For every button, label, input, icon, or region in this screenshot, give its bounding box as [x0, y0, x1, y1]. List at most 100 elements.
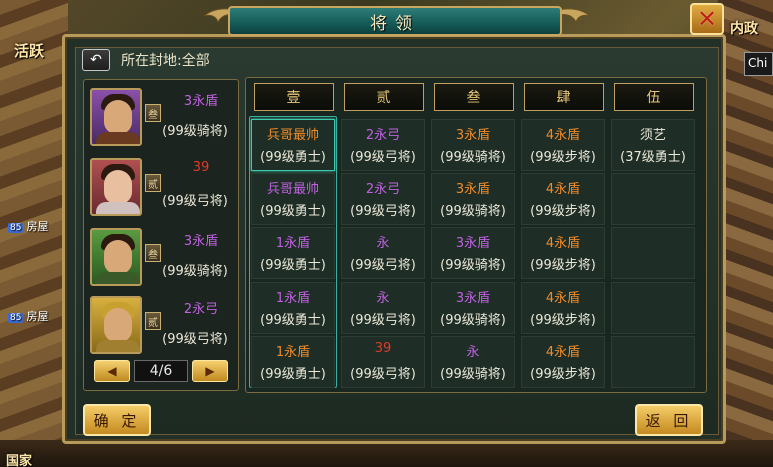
grid-cell[interactable]: 1永盾 (99级勇士) — [251, 227, 335, 279]
next-page-button[interactable]: ▶ — [192, 360, 228, 382]
cell-level: (99级勇士) — [260, 258, 326, 273]
general-row[interactable]: 叁 3永盾 (99级骑将) — [88, 86, 236, 154]
cell-troop: 4永盾 — [545, 291, 581, 306]
close-icon: ✕ — [696, 5, 718, 33]
cell-level: (99级勇士) — [260, 313, 326, 328]
cell-troop: 4永盾 — [545, 345, 581, 360]
column-header: 贰 — [344, 83, 424, 111]
curved-arrow-icon: ↶ — [90, 52, 102, 68]
grid-cell[interactable] — [611, 173, 695, 225]
cell-troop: 兵哥最帅 — [266, 182, 319, 197]
back-return-button[interactable]: 返 回 — [635, 404, 703, 436]
grid-cell[interactable]: 4永盾 (99级步将) — [521, 282, 605, 334]
cell-level: (99级步将) — [530, 367, 596, 382]
bottom-menu-bar — [0, 440, 773, 467]
cell-troop: 4永盾 — [545, 236, 581, 251]
cell-troop: 永 — [466, 345, 480, 360]
pager: ◀ 4/6 ▶ — [94, 358, 228, 384]
cell-level: (99级步将) — [530, 204, 596, 219]
cell-troop: 3永盾 — [455, 128, 491, 143]
close-button[interactable]: ✕ — [690, 3, 724, 35]
house-label-2[interactable]: 85 房屋 — [8, 308, 48, 324]
grid-cell[interactable]: 4永盾 (99级步将) — [521, 227, 605, 279]
cell-troop: 永 — [376, 236, 390, 251]
grid-cell[interactable]: 兵哥最帅 (99级勇士) — [251, 173, 335, 225]
neizheng-button[interactable]: 内政 — [730, 18, 758, 38]
grid-cell[interactable]: 永 (99级弓将) — [341, 227, 425, 279]
grid-cell[interactable]: 3永盾 (99级骑将) — [431, 119, 515, 171]
grid-cell[interactable]: 4永盾 (99级步将) — [521, 173, 605, 225]
cell-troop: 3永盾 — [455, 291, 491, 306]
title-banner: 将领 — [228, 6, 562, 36]
general-troop: 3永盾 — [183, 234, 219, 249]
cell-level: (99级勇士) — [260, 204, 326, 219]
general-row[interactable]: 贰 39 (99级弓将) — [88, 156, 236, 224]
cell-level: (99级弓将) — [350, 258, 416, 273]
grid-cell[interactable]: 1永盾 (99级勇士) — [251, 336, 335, 388]
prev-page-button[interactable]: ◀ — [94, 360, 130, 382]
grid-cell[interactable]: 须艺 (37级勇士) — [611, 119, 695, 171]
general-portrait-icon — [90, 88, 142, 146]
nation-button[interactable]: 国家 — [6, 450, 32, 467]
grid-cell[interactable]: 1永盾 (99级勇士) — [251, 282, 335, 334]
fief-filter-label[interactable]: 所在封地:全部 — [121, 50, 210, 70]
cell-level: (99级步将) — [530, 313, 596, 328]
grid-cell[interactable]: 2永弓 (99级弓将) — [341, 173, 425, 225]
grid-cell[interactable]: 4永盾 (99级步将) — [521, 336, 605, 388]
cell-level: (99级步将) — [530, 150, 596, 165]
cell-troop: 1永盾 — [275, 236, 311, 251]
cell-level: (99级骑将) — [440, 258, 506, 273]
back-button[interactable]: ↶ — [82, 49, 110, 71]
cell-troop: 2永弓 — [365, 182, 401, 197]
cell-level: (99级骑将) — [440, 150, 506, 165]
house-label-1[interactable]: 85 房屋 — [8, 218, 48, 234]
window-title: 将领 — [370, 13, 420, 34]
general-level: (99级弓将) — [162, 332, 228, 347]
cell-level: (99级弓将) — [350, 367, 416, 382]
grid-cell[interactable] — [611, 227, 695, 279]
cell-troop: 1永盾 — [275, 291, 311, 306]
confirm-button[interactable]: 确 定 — [83, 404, 151, 436]
general-level: (99级骑将) — [162, 124, 228, 139]
cell-level: (99级勇士) — [260, 367, 326, 382]
cell-troop: 3永盾 — [455, 182, 491, 197]
cell-troop: 永 — [376, 291, 390, 306]
column-header: 肆 — [524, 83, 604, 111]
column-header: 壹 — [254, 83, 334, 111]
general-portrait-icon — [90, 158, 142, 216]
general-troop: 2永弓 — [183, 302, 219, 317]
grid-cell[interactable]: 2永弓 (99级弓将) — [341, 119, 425, 171]
right-arrow-icon: ▶ — [205, 364, 215, 378]
grid-cell[interactable]: 39 (99级弓将) — [341, 336, 425, 388]
cell-troop: 4永盾 — [545, 182, 581, 197]
grid-cell[interactable]: 4永盾 (99级步将) — [521, 119, 605, 171]
grid-cell[interactable]: 永 (99级弓将) — [341, 282, 425, 334]
grid-cell[interactable]: 兵哥最帅 (99级勇士) — [251, 119, 335, 171]
cell-troop: 39 — [374, 341, 392, 356]
cell-troop: 2永弓 — [365, 128, 401, 143]
column-header: 伍 — [614, 83, 694, 111]
left-arrow-icon: ◀ — [107, 364, 117, 378]
general-row[interactable]: 叁 3永盾 (99级骑将) — [88, 226, 236, 294]
huoyue-button[interactable]: 活跃 — [14, 40, 44, 61]
cell-troop: 4永盾 — [545, 128, 581, 143]
cell-troop: 须艺 — [639, 128, 666, 143]
level-badge-icon: 85 — [8, 313, 24, 323]
grid-cell[interactable]: 3永盾 (99级骑将) — [431, 282, 515, 334]
grid-cell[interactable] — [611, 336, 695, 388]
general-portrait-icon — [90, 296, 142, 354]
grid-cell[interactable]: 永 (99级骑将) — [431, 336, 515, 388]
cell-level: (99级骑将) — [440, 367, 506, 382]
general-troop: 39 — [192, 160, 210, 175]
cell-troop: 兵哥最帅 — [266, 128, 319, 143]
general-row[interactable]: 贰 2永弓 (99级弓将) — [88, 294, 236, 362]
cell-troop: 1永盾 — [275, 345, 311, 360]
cell-level: (99级步将) — [530, 258, 596, 273]
level-badge-icon: 85 — [8, 223, 24, 233]
general-level: (99级骑将) — [162, 264, 228, 279]
cell-level: (99级勇士) — [260, 150, 326, 165]
grid-cell[interactable] — [611, 282, 695, 334]
grid-cell[interactable]: 3永盾 (99级骑将) — [431, 227, 515, 279]
chat-input[interactable]: Chi — [744, 52, 773, 76]
grid-cell[interactable]: 3永盾 (99级骑将) — [431, 173, 515, 225]
